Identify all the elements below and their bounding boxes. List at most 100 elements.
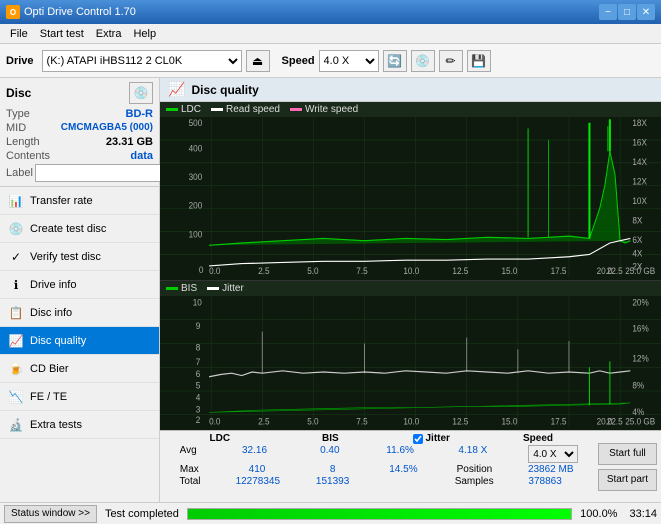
svg-text:0.0: 0.0 bbox=[209, 416, 220, 427]
svg-text:14X: 14X bbox=[632, 157, 647, 168]
disc-quality-icon: 📈 bbox=[8, 333, 24, 349]
sidebar-item-verify-test-disc[interactable]: ✓ Verify test disc bbox=[0, 243, 159, 271]
avg-jitter: 11.6% bbox=[383, 445, 418, 463]
svg-text:100: 100 bbox=[189, 229, 203, 240]
speed-value: 4.18 X bbox=[453, 445, 493, 463]
sidebar-item-cd-bier[interactable]: 🍺 CD Bier bbox=[0, 355, 159, 383]
avg-label: Avg bbox=[180, 445, 197, 463]
disc-panel-icon[interactable]: 💿 bbox=[129, 82, 153, 104]
maximize-button[interactable]: □ bbox=[618, 4, 636, 20]
svg-text:10.0: 10.0 bbox=[403, 265, 419, 276]
legend-ldc: LDC bbox=[166, 104, 201, 115]
svg-text:15.0: 15.0 bbox=[501, 416, 517, 427]
transfer-rate-icon: 📊 bbox=[8, 193, 24, 209]
svg-text:6: 6 bbox=[196, 369, 201, 380]
avg-bis: 0.40 bbox=[312, 445, 347, 463]
legend-write-speed-label: Write speed bbox=[305, 104, 358, 115]
sidebar-item-create-test-disc[interactable]: 💿 Create test disc bbox=[0, 215, 159, 243]
svg-text:0: 0 bbox=[199, 264, 204, 275]
svg-text:25.0 GB: 25.0 GB bbox=[625, 416, 655, 427]
sidebar-item-transfer-rate[interactable]: 📊 Transfer rate bbox=[0, 187, 159, 215]
content-title: Disc quality bbox=[191, 83, 258, 97]
save-button[interactable]: 💾 bbox=[467, 50, 491, 72]
start-part-button[interactable]: Start part bbox=[598, 469, 657, 491]
title-bar-text: Opti Drive Control 1.70 bbox=[24, 6, 136, 18]
main-area: Disc 💿 Type BD-R MID CMCMAGBA5 (000) Len… bbox=[0, 78, 661, 502]
type-label: Type bbox=[6, 108, 30, 120]
label-input[interactable] bbox=[35, 164, 173, 182]
sidebar-item-disc-quality[interactable]: 📈 Disc quality bbox=[0, 327, 159, 355]
start-full-button[interactable]: Start full bbox=[598, 443, 657, 465]
svg-text:10.0: 10.0 bbox=[403, 416, 419, 427]
sidebar-item-create-test-disc-label: Create test disc bbox=[30, 223, 106, 235]
content-header-icon: 📈 bbox=[168, 81, 185, 98]
disc-info-icon: 📋 bbox=[8, 305, 24, 321]
speed-select[interactable]: 4.0 X bbox=[319, 50, 379, 72]
jitter-checkbox[interactable] bbox=[413, 434, 423, 444]
menu-file[interactable]: File bbox=[4, 26, 34, 42]
legend-write-speed: Write speed bbox=[290, 104, 358, 115]
edit-button[interactable]: ✏ bbox=[439, 50, 463, 72]
jitter-header: Jitter bbox=[425, 433, 449, 444]
bis-dot bbox=[166, 287, 178, 290]
sidebar-item-cd-bier-label: CD Bier bbox=[30, 363, 69, 375]
svg-text:400: 400 bbox=[189, 143, 203, 154]
svg-text:8: 8 bbox=[196, 342, 201, 353]
menu-help[interactable]: Help bbox=[127, 26, 162, 42]
label-label: Label bbox=[6, 167, 33, 179]
svg-text:15.0: 15.0 bbox=[501, 265, 517, 276]
svg-text:4: 4 bbox=[196, 392, 201, 403]
legend-jitter: Jitter bbox=[207, 283, 244, 294]
eject-button[interactable]: ⏏ bbox=[246, 50, 270, 72]
sidebar-item-drive-info[interactable]: ℹ Drive info bbox=[0, 271, 159, 299]
position-label: Position bbox=[457, 464, 493, 475]
speed-label: Speed bbox=[282, 55, 315, 67]
contents-value: data bbox=[130, 150, 153, 162]
ldc-header: LDC bbox=[192, 433, 247, 444]
progress-bar-fill bbox=[188, 509, 571, 519]
drive-info-icon: ℹ bbox=[8, 277, 24, 293]
content-area: 📈 Disc quality LDC Read speed bbox=[160, 78, 661, 502]
speed-dropdown[interactable]: 4.0 X bbox=[528, 445, 578, 463]
samples-value: 378863 bbox=[528, 476, 578, 487]
svg-text:9: 9 bbox=[196, 321, 201, 332]
sidebar-item-fe-te[interactable]: 📉 FE / TE bbox=[0, 383, 159, 411]
status-window-button[interactable]: Status window >> bbox=[4, 505, 97, 523]
close-button[interactable]: ✕ bbox=[637, 4, 655, 20]
progress-percent: 100.0% bbox=[580, 508, 617, 520]
svg-text:7.5: 7.5 bbox=[356, 416, 367, 427]
jitter-dot bbox=[207, 287, 219, 290]
contents-label: Contents bbox=[6, 150, 50, 162]
svg-text:4X: 4X bbox=[632, 248, 642, 259]
drive-select[interactable]: (K:) ATAPI iHBS112 2 CL0K bbox=[42, 50, 242, 72]
svg-text:2.5: 2.5 bbox=[258, 416, 269, 427]
sidebar-item-disc-info[interactable]: 📋 Disc info bbox=[0, 299, 159, 327]
svg-text:2.5: 2.5 bbox=[258, 265, 270, 276]
menu-start-test[interactable]: Start test bbox=[34, 26, 90, 42]
svg-text:500: 500 bbox=[189, 118, 203, 129]
svg-text:7.5: 7.5 bbox=[356, 265, 368, 276]
svg-text:7: 7 bbox=[196, 357, 201, 368]
ldc-dot bbox=[166, 108, 178, 111]
action-buttons: Start full Start part bbox=[598, 433, 657, 500]
speed-col-header: Speed bbox=[511, 433, 566, 444]
extra-tests-icon: 🔬 bbox=[8, 417, 24, 433]
sidebar-item-fe-te-label: FE / TE bbox=[30, 391, 67, 403]
svg-text:200: 200 bbox=[189, 200, 203, 211]
refresh-button[interactable]: 🔄 bbox=[383, 50, 407, 72]
max-ldc: 410 bbox=[234, 464, 279, 475]
sidebar-item-extra-tests[interactable]: 🔬 Extra tests bbox=[0, 411, 159, 439]
svg-text:25.0 GB: 25.0 GB bbox=[625, 265, 655, 276]
legend-read-speed-label: Read speed bbox=[226, 104, 280, 115]
svg-text:16X: 16X bbox=[632, 137, 647, 148]
content-header: 📈 Disc quality bbox=[160, 78, 661, 102]
disc-panel-title: Disc bbox=[6, 86, 31, 100]
minimize-button[interactable]: − bbox=[599, 4, 617, 20]
write-speed-dot bbox=[290, 108, 302, 111]
disc-button[interactable]: 💿 bbox=[411, 50, 435, 72]
status-bar: Status window >> Test completed 100.0% 3… bbox=[0, 502, 661, 524]
lower-chart-svg: 10 9 8 7 6 5 4 3 2 20% 16% 12% 8% 4% 0 bbox=[160, 296, 661, 427]
sidebar-item-disc-info-label: Disc info bbox=[30, 307, 72, 319]
svg-text:18X: 18X bbox=[632, 118, 647, 129]
menu-extra[interactable]: Extra bbox=[90, 26, 128, 42]
